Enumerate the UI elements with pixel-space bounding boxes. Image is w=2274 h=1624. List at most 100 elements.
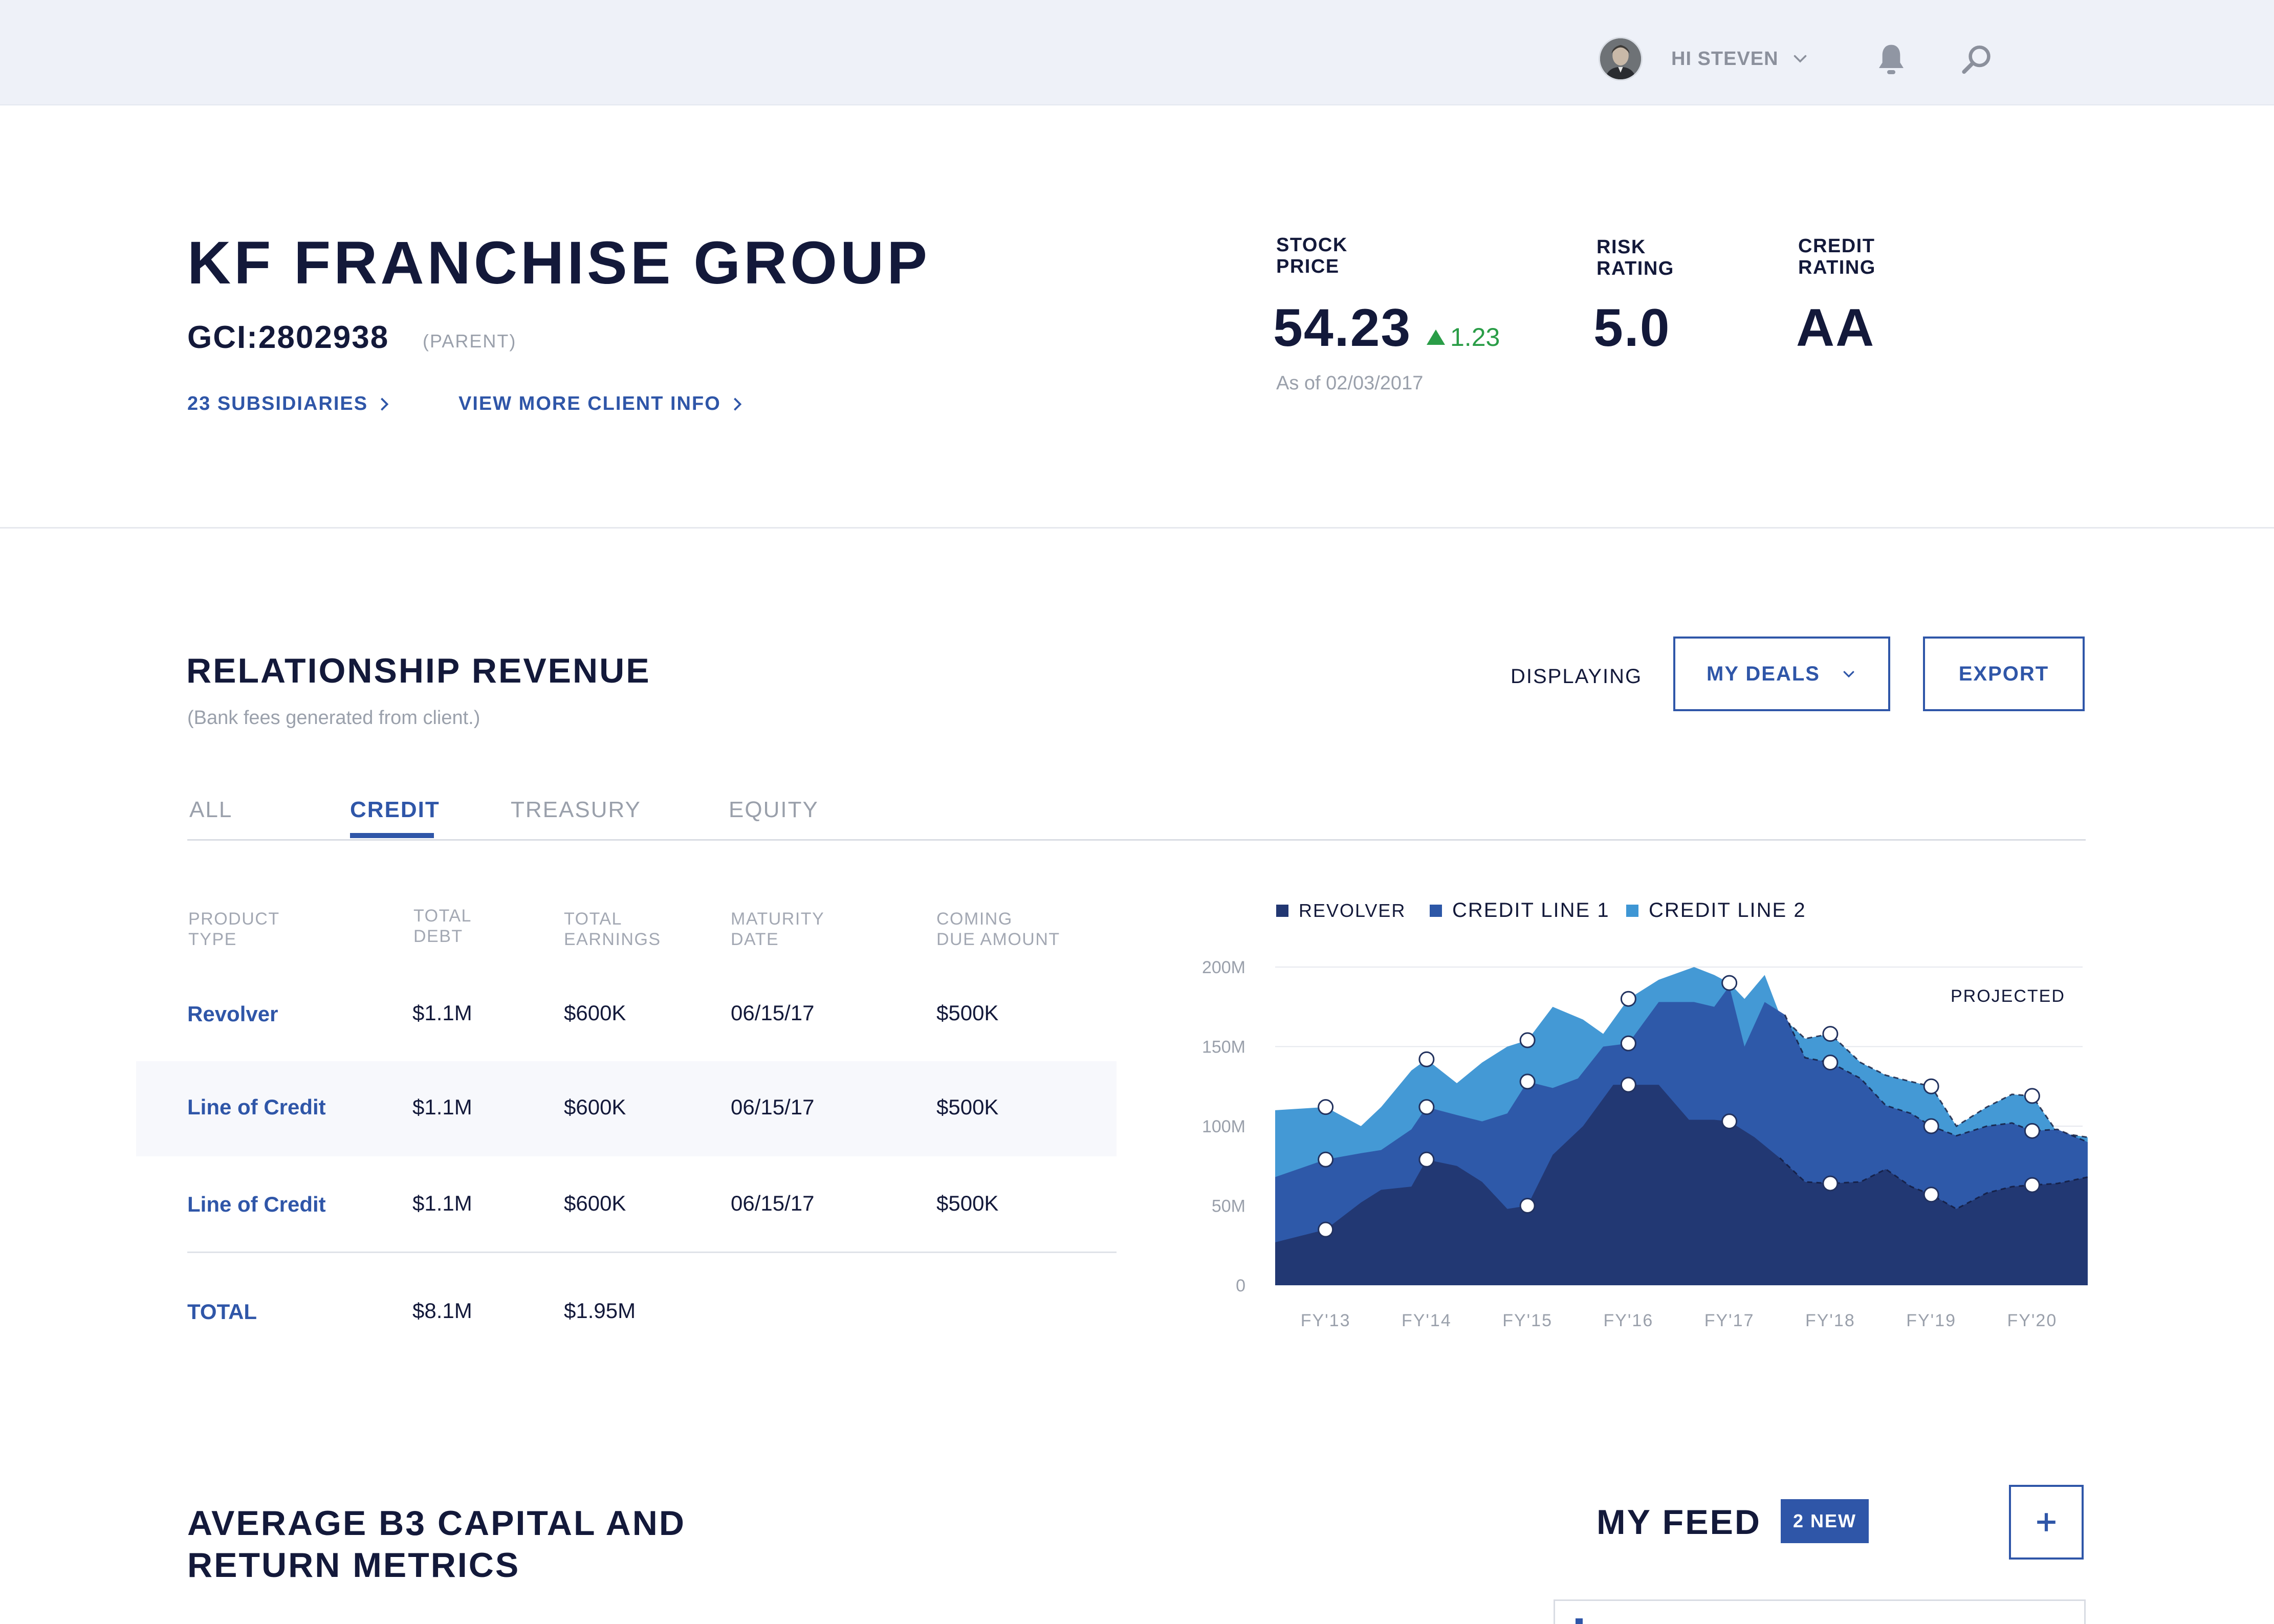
plus-icon xyxy=(2037,1513,2056,1531)
legend-swatch xyxy=(1626,905,1638,917)
total-debt-cell: $1.1M xyxy=(412,1001,472,1025)
my-deals-dropdown[interactable]: MY DEALS xyxy=(1673,637,1890,711)
view-client-info-label: VIEW MORE CLIENT INFO xyxy=(458,393,721,414)
tab-treasury[interactable]: TREASURY xyxy=(511,797,641,823)
tabs-divider xyxy=(187,839,2086,841)
feed-card-accent xyxy=(1576,1618,1583,1624)
header-line: DUE AMOUNT xyxy=(936,930,1060,949)
user-greeting[interactable]: HI STEVEN xyxy=(1671,48,1779,70)
client-name: KF FRANCHISE GROUP xyxy=(187,229,930,297)
data-point-marker xyxy=(1620,1035,1636,1051)
legend-label: REVOLVER xyxy=(1299,900,1406,921)
y-axis-tick-label: 50M xyxy=(1212,1197,1245,1216)
maturity-date-cell: 06/15/17 xyxy=(731,1191,815,1215)
my-feed-title: MY FEED xyxy=(1597,1503,1762,1542)
data-point-marker xyxy=(1418,1051,1435,1067)
feed-card[interactable] xyxy=(1554,1599,2086,1624)
data-point-marker xyxy=(2024,1177,2040,1193)
view-client-info-link[interactable]: VIEW MORE CLIENT INFO xyxy=(458,393,744,415)
column-header-total-debt[interactable]: TOTAL DEBT xyxy=(413,906,567,947)
total-earnings-cell: $600K xyxy=(564,1191,626,1215)
new-items-badge: 2 NEW xyxy=(1781,1499,1869,1543)
header-line: MATURITY xyxy=(731,909,825,929)
maturity-date-cell: 06/15/17 xyxy=(731,1095,815,1119)
user-avatar[interactable] xyxy=(1599,37,1643,81)
data-point-marker xyxy=(2024,1123,2040,1139)
total-earnings-cell: $600K xyxy=(564,1001,626,1025)
data-point-marker xyxy=(1721,975,1738,991)
y-axis-tick-label: 150M xyxy=(1202,1038,1245,1057)
total-debt-cell: $1.1M xyxy=(412,1191,472,1215)
header-line: EARNINGS xyxy=(564,930,661,949)
relationship-revenue-title: RELATIONSHIP REVENUE xyxy=(186,651,651,690)
tab-credit[interactable]: CREDIT xyxy=(350,797,440,823)
data-point-marker xyxy=(1923,1078,1939,1094)
product-link[interactable]: Line of Credit xyxy=(187,1095,326,1120)
subsidiaries-link-label: 23 SUBSIDIARIES xyxy=(187,393,368,414)
tab-equity[interactable]: EQUITY xyxy=(729,797,819,823)
stock-price-as-of: As of 02/03/2017 xyxy=(1276,372,1424,394)
tab-all[interactable]: ALL xyxy=(189,797,232,823)
risk-rating-label-line1: RISK xyxy=(1597,236,1646,258)
header-divider xyxy=(0,527,2274,529)
legend-label: CREDIT LINE 1 xyxy=(1452,899,1610,921)
displaying-label: DISPLAYING xyxy=(1511,665,1643,688)
export-button[interactable]: EXPORT xyxy=(1923,637,2085,711)
data-point-marker xyxy=(1923,1118,1939,1134)
header-line: DEBT xyxy=(413,927,463,946)
data-point-marker xyxy=(1318,1099,1334,1115)
total-debt-sum: $8.1M xyxy=(412,1299,472,1323)
x-axis-tick-label: FY'16 xyxy=(1603,1311,1653,1330)
stock-price-label: STOCK PRICE xyxy=(1276,234,1379,277)
projected-annotation: PROJECTED xyxy=(1951,986,2065,1006)
y-axis-tick-label: 200M xyxy=(1202,958,1245,977)
header-line: TYPE xyxy=(188,930,237,949)
chevron-right-icon xyxy=(733,397,742,411)
column-header-total-earnings[interactable]: TOTAL EARNINGS xyxy=(564,909,717,950)
data-point-marker xyxy=(1418,1151,1435,1168)
column-header-product-type[interactable]: PRODUCT TYPE xyxy=(188,909,342,950)
data-point-marker xyxy=(1519,1073,1536,1090)
data-point-marker xyxy=(1923,1187,1939,1203)
chevron-down-icon[interactable] xyxy=(1791,49,1809,68)
client-gci: GCI:2802938 xyxy=(187,320,389,355)
header-line: TOTAL xyxy=(564,909,622,929)
parent-label: (PARENT) xyxy=(423,331,517,352)
capital-metrics-title-line2: RETURN METRICS xyxy=(187,1546,520,1585)
capital-metrics-title: AVERAGE B3 CAPITAL AND RETURN METRICS xyxy=(187,1502,686,1586)
header-line: PRODUCT xyxy=(188,909,280,929)
bell-icon[interactable] xyxy=(1875,42,1908,78)
export-label: EXPORT xyxy=(1958,662,2049,685)
credit-rating-label-line1: CREDIT xyxy=(1798,235,1875,257)
total-earnings-sum: $1.95M xyxy=(564,1299,636,1323)
credit-rating-label-line2: RATING xyxy=(1798,257,1876,278)
column-header-maturity-date[interactable]: MATURITY DATE xyxy=(731,909,884,950)
stock-price-label-line2: PRICE xyxy=(1276,256,1340,277)
active-tab-indicator xyxy=(350,833,434,838)
data-point-marker xyxy=(1318,1221,1334,1238)
y-axis-tick-label: 100M xyxy=(1202,1117,1245,1136)
data-point-marker xyxy=(1822,1175,1839,1192)
user-avatar-image xyxy=(1600,38,1641,79)
product-link[interactable]: Revolver xyxy=(187,1002,278,1026)
data-point-marker xyxy=(1620,1077,1636,1093)
product-link[interactable]: Line of Credit xyxy=(187,1192,326,1217)
coming-due-cell: $500K xyxy=(936,1095,999,1119)
add-feed-button[interactable] xyxy=(2009,1485,2084,1560)
stock-price-value: 54.23 xyxy=(1273,298,1412,358)
search-icon[interactable] xyxy=(1960,43,1994,77)
relationship-revenue-subtitle: (Bank fees generated from client.) xyxy=(187,707,480,729)
arrow-up-icon xyxy=(1427,330,1445,345)
legend-label: CREDIT LINE 2 xyxy=(1649,899,1806,921)
x-axis-tick-label: FY'20 xyxy=(2007,1311,2057,1330)
column-header-coming-due-amount[interactable]: COMING DUE AMOUNT xyxy=(936,909,1090,950)
legend-swatch xyxy=(1276,905,1288,917)
data-point-marker xyxy=(1418,1099,1435,1115)
maturity-date-cell: 06/15/17 xyxy=(731,1001,815,1025)
stock-price-change: 1.23 xyxy=(1427,322,1500,352)
header-line: TOTAL xyxy=(413,906,472,926)
subsidiaries-link[interactable]: 23 SUBSIDIARIES xyxy=(187,393,390,415)
revenue-chart: 0 50M 100M 150M 200M FY'13 FY'14 FY'15 FY'16 FY'1… xyxy=(1202,899,2088,1330)
stock-price-change-value: 1.23 xyxy=(1450,323,1500,352)
top-bar: HI STEVEN xyxy=(0,0,2274,105)
